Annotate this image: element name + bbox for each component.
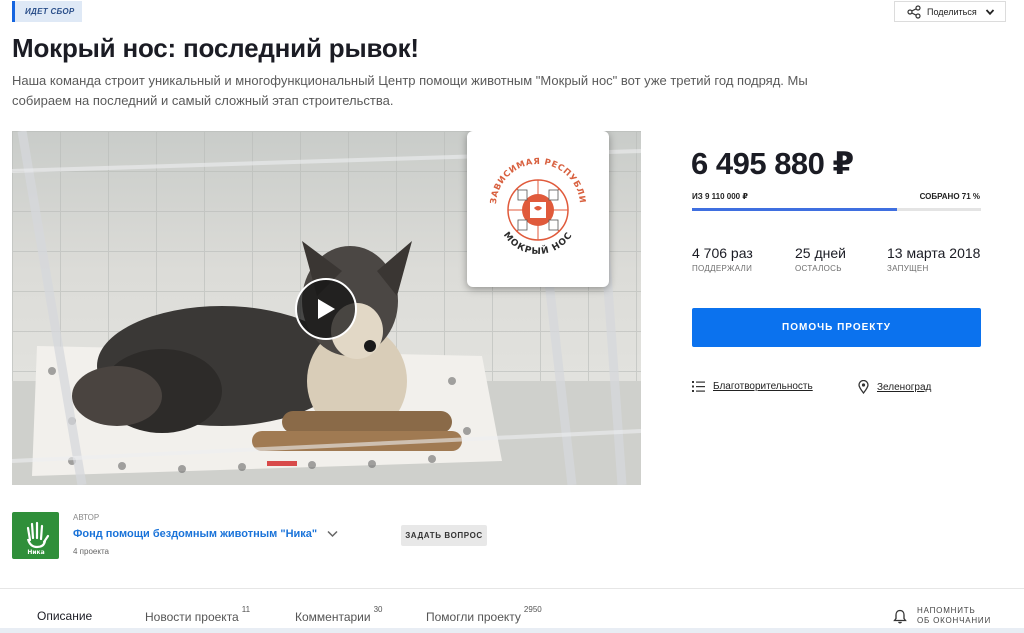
- project-logo: НЕЗАВИСИМАЯ РЕСПУБЛИКА МОКРЫЙ НОС: [467, 131, 609, 287]
- chevron-down-icon[interactable]: [327, 530, 338, 538]
- ask-question-button[interactable]: ЗАДАТЬ ВОПРОС: [401, 525, 487, 546]
- tab-bar-strip: [0, 628, 1024, 633]
- category-link[interactable]: Благотворительность: [692, 380, 813, 393]
- play-button[interactable]: [295, 278, 357, 340]
- bell-icon: [893, 609, 907, 623]
- stat-days-left: 25 дней ОСТАЛОСЬ: [795, 245, 846, 273]
- tab-count: 11: [241, 605, 251, 614]
- stat-supporters: 4 706 раз ПОДДЕРЖАЛИ: [692, 245, 753, 273]
- stat-caption: ПОДДЕРЖАЛИ: [692, 264, 753, 273]
- stat-value: 4 706 раз: [692, 245, 753, 261]
- funding-progress-fill: [692, 208, 898, 211]
- author-name-link[interactable]: Фонд помощи бездомным животным "Ника": [73, 528, 338, 540]
- tab-count: 2950: [523, 605, 542, 614]
- location-label: Зеленоград: [877, 381, 932, 393]
- tab-backers[interactable]: Помогли проекту2950: [426, 605, 542, 624]
- author-avatar[interactable]: Ника: [12, 512, 59, 559]
- project-description: Наша команда строит уникальный и многофу…: [12, 73, 808, 108]
- svg-text:Ника: Ника: [27, 549, 44, 556]
- remind-end-button[interactable]: НАПОМНИТЬ ОБ ОКОНЧАНИИ: [893, 606, 991, 626]
- divider: [0, 588, 1024, 589]
- tab-label: Новости проекта: [145, 610, 239, 624]
- category-label: Благотворительность: [713, 381, 813, 392]
- tab-news[interactable]: Новости проекта11: [145, 605, 250, 624]
- help-project-button[interactable]: ПОМОЧЬ ПРОЕКТУ: [692, 308, 981, 347]
- page-title: Мокрый нос: последний рывок!: [12, 33, 419, 63]
- chevron-down-icon: [985, 8, 994, 15]
- play-icon: [318, 299, 335, 319]
- stat-value: 25 дней: [795, 245, 846, 261]
- goal-amount: ИЗ 9 110 000 ₽: [692, 192, 748, 201]
- remind-label: НАПОМНИТЬ ОБ ОКОНЧАНИИ: [917, 606, 991, 626]
- stat-caption: ОСТАЛОСЬ: [795, 264, 842, 273]
- tab-label: Описание: [37, 609, 93, 623]
- author-projects-count: 4 проекта: [73, 547, 109, 556]
- location-link[interactable]: Зеленоград: [858, 380, 931, 394]
- map-pin-icon: [858, 380, 869, 394]
- tab-description[interactable]: Описание: [37, 609, 92, 623]
- tab-count: 30: [373, 605, 383, 614]
- remind-line-2: ОБ ОКОНЧАНИИ: [917, 616, 992, 625]
- stat-launch-date: 13 марта 2018 ЗАПУЩЕН: [887, 245, 980, 273]
- project-video[interactable]: НЕЗАВИСИМАЯ РЕСПУБЛИКА МОКРЫЙ НОС: [12, 131, 641, 485]
- author-name: Фонд помощи бездомным животным "Ника": [73, 528, 318, 540]
- share-label: Поделиться: [927, 6, 977, 17]
- collected-percent: СОБРАНО 71 %: [919, 192, 980, 201]
- mokry-nos-emblem: НЕЗАВИСИМАЯ РЕСПУБЛИКА МОКРЫЙ НОС: [478, 144, 586, 257]
- tab-label: Комментарии: [295, 610, 371, 624]
- author-caption: АВТОР: [73, 513, 100, 522]
- tab-label: Помогли проекту: [426, 610, 521, 624]
- tab-comments[interactable]: Комментарии30: [295, 605, 383, 624]
- stat-value: 13 марта 2018: [887, 245, 981, 261]
- status-badge: ИДЕТ СБОР: [12, 1, 82, 22]
- funding-progress-bar: [692, 208, 981, 211]
- hand-logo-icon: Ника: [26, 521, 49, 556]
- remind-line-1: НАПОМНИТЬ: [917, 606, 976, 615]
- list-icon: [692, 381, 705, 392]
- raised-amount: 6 495 880 ₽: [691, 146, 854, 181]
- share-icon: [907, 4, 921, 19]
- share-button[interactable]: Поделиться: [894, 1, 1006, 22]
- stat-caption: ЗАПУЩЕН: [887, 264, 929, 273]
